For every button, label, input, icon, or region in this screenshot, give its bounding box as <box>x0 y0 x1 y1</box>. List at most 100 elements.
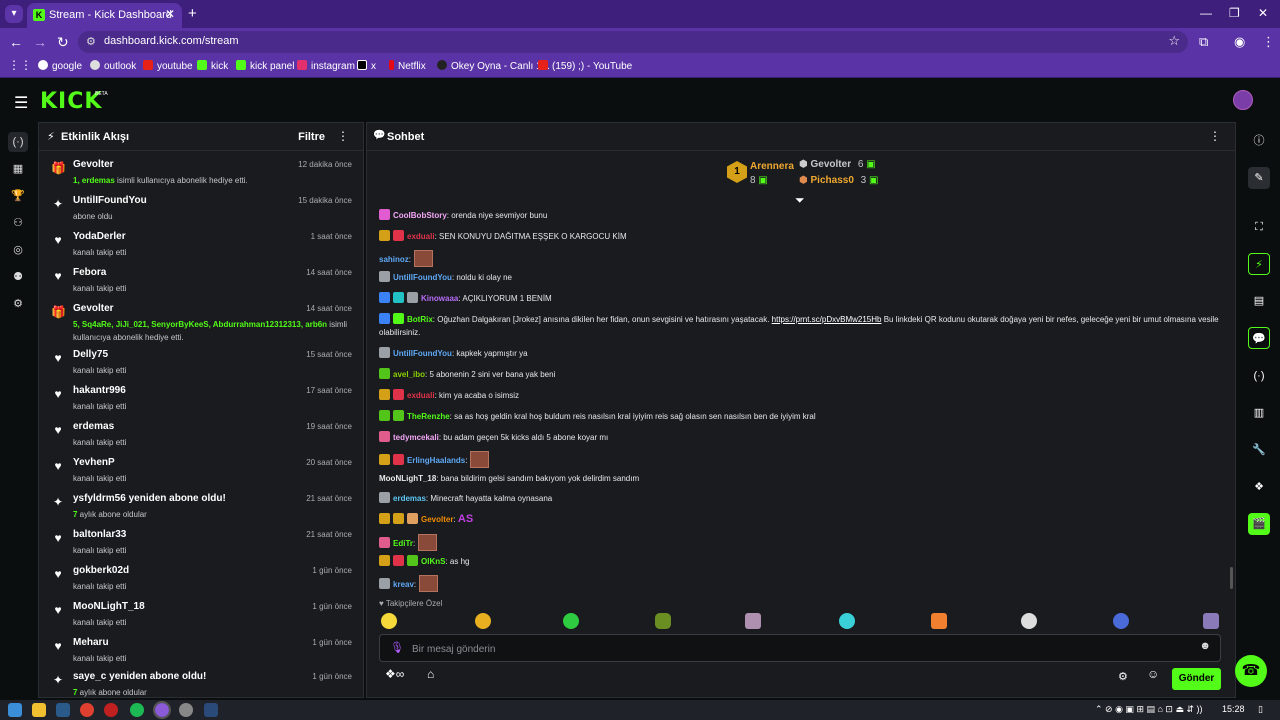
notification-icon[interactable]: ▯ <box>1258 704 1263 715</box>
feed-event-name[interactable]: YodaDerler <box>73 231 126 242</box>
chat-toggle-icon[interactable]: 💬 <box>1248 327 1270 349</box>
app-icon[interactable] <box>179 703 193 717</box>
emote-icon[interactable] <box>381 613 397 629</box>
feed-event-name[interactable]: Meharu <box>73 637 109 648</box>
leaderboard-second[interactable]: ⬢ Gevolter 6 ▣ <box>799 159 876 170</box>
scroll-down-icon[interactable]: ⏷ <box>795 193 805 208</box>
settings-icon[interactable]: ⚙ <box>8 294 28 314</box>
kick-logo[interactable]: KICK <box>40 89 102 114</box>
file-explorer-icon[interactable] <box>32 703 46 717</box>
bookmark-google[interactable]: google <box>38 60 82 72</box>
moderation-icon[interactable]: ◎ <box>8 240 28 260</box>
avatar[interactable] <box>1233 90 1253 110</box>
emote-icon[interactable] <box>839 613 855 629</box>
emote-icon[interactable] <box>745 613 761 629</box>
activity-feed-toggle-icon[interactable]: ⚡ <box>1248 253 1270 275</box>
apps-grid-icon[interactable]: ⋮⋮ <box>8 58 32 72</box>
emote-icon[interactable] <box>1021 613 1037 629</box>
bookmark-netflix[interactable]: Netflix <box>389 60 426 72</box>
browser-taskbar-icon[interactable] <box>153 701 171 719</box>
chat-username[interactable]: Gevolter <box>421 515 453 524</box>
restore-icon[interactable]: ❐ <box>1229 6 1240 20</box>
chat-scrollbar[interactable] <box>1230 567 1233 589</box>
app-icon[interactable] <box>104 703 118 717</box>
menu-icon[interactable]: ☰ <box>14 93 28 113</box>
tab-search-icon[interactable]: ▾ <box>5 5 23 23</box>
start-icon[interactable] <box>8 703 22 717</box>
chat-message-input[interactable] <box>412 640 1192 658</box>
feed-event-name[interactable]: YevhenP <box>73 457 115 468</box>
bookmark-youtube-2[interactable]: (159) ;) - YouTube <box>538 60 632 72</box>
kicks-infinity-icon[interactable]: ❖∞ <box>385 667 404 681</box>
feed-event-name[interactable]: ysfyldrm56 yeniden abone oldu! <box>73 493 226 504</box>
emote-icon[interactable] <box>475 613 491 629</box>
feed-event-name[interactable]: Gevolter <box>73 303 114 314</box>
store-icon[interactable]: ⌂ <box>427 667 434 681</box>
tray-icons[interactable]: ⌃ ⊘ ◉ ▣ ⊞ ▤ ⌂ ⊡ ⏏ ⇵ )) <box>1095 704 1203 715</box>
stream-icon[interactable]: (·) <box>8 132 28 152</box>
emote-icon[interactable] <box>655 613 671 629</box>
edit-icon[interactable]: ✎ <box>1248 167 1270 189</box>
site-info-icon[interactable]: ⚙ <box>86 35 96 48</box>
url-text[interactable]: dashboard.kick.com/stream <box>104 35 239 47</box>
dashboard-icon[interactable]: ▦ <box>8 159 28 179</box>
clips-icon[interactable]: 🎬 <box>1248 513 1270 535</box>
chat-username[interactable]: exduali <box>407 391 435 400</box>
chat-username[interactable]: CoolBobStory <box>393 211 447 220</box>
bookmark-kick-panel[interactable]: kick panel <box>236 60 294 72</box>
bookmark-okey[interactable]: Okey Oyna - Canlı 1... <box>437 60 550 72</box>
notes-icon[interactable]: ▤ <box>1248 290 1270 312</box>
back-icon[interactable]: ← <box>9 34 23 50</box>
omnibox[interactable]: ⚙ dashboard.kick.com/stream ☆ <box>78 31 1188 53</box>
leaderboard-third[interactable]: ⬢ Pichass0 3 ▣ <box>799 175 878 186</box>
send-button[interactable]: Gönder <box>1172 668 1221 690</box>
emote-icon[interactable] <box>563 613 579 629</box>
broadcast-icon[interactable]: (·) <box>1248 365 1270 387</box>
expand-icon[interactable]: ⛶ <box>1248 216 1270 238</box>
feed-event-name[interactable]: gokberk02d <box>73 565 129 576</box>
leaderboard-first[interactable]: Arennera <box>750 161 794 172</box>
help-chat-button[interactable]: ☎ <box>1235 655 1267 687</box>
community-icon[interactable]: ⚇ <box>8 213 28 233</box>
feed-event-name[interactable]: hakantr996 <box>73 385 126 396</box>
spotify-icon[interactable] <box>130 703 144 717</box>
microphone-icon[interactable]: 🎙 <box>390 641 404 654</box>
browser-tab[interactable]: K Stream - Kick Dashboard ✕ <box>27 3 182 28</box>
chat-username[interactable]: kreav <box>393 580 414 589</box>
chat-settings-icon[interactable]: ⚙ <box>1118 670 1128 683</box>
feed-event-name[interactable]: erdemas <box>73 421 114 432</box>
feed-event-name[interactable]: UntilIFoundYou <box>73 195 147 206</box>
steam-icon[interactable] <box>204 703 218 717</box>
chat-username[interactable]: sahinoz <box>379 255 409 264</box>
chat-menu-icon[interactable]: ⋮ <box>1209 129 1221 143</box>
tools-icon[interactable]: 🔧 <box>1248 439 1270 461</box>
chat-username[interactable]: exduali <box>407 232 435 241</box>
chat-username[interactable]: TheRenzhe <box>407 412 450 421</box>
chat-username[interactable]: UntilIFoundYou <box>393 273 452 282</box>
bookmark-kick[interactable]: kick <box>197 60 228 72</box>
minimize-icon[interactable]: — <box>1200 6 1212 20</box>
emote-icon[interactable] <box>1113 613 1129 629</box>
bookmark-x[interactable]: x <box>357 60 376 72</box>
close-tab-icon[interactable]: ✕ <box>165 7 175 21</box>
chat-username[interactable]: MooNLighT_18 <box>379 474 436 483</box>
bookmark-outlook[interactable]: outlook <box>90 60 136 72</box>
chat-username[interactable]: EdiTr <box>393 539 413 548</box>
emote-icon[interactable] <box>1203 613 1219 629</box>
emote-picker-icon[interactable]: ☺ <box>1147 667 1159 681</box>
chat-username[interactable]: tedymcekali <box>393 433 439 442</box>
chat-username[interactable]: Kinowaaa <box>421 294 458 303</box>
chat-username[interactable]: BotRix <box>407 315 433 324</box>
extensions-icon[interactable]: ⧉ <box>1199 34 1208 50</box>
bookmark-star-icon[interactable]: ☆ <box>1168 33 1180 49</box>
reload-icon[interactable]: ↻ <box>57 34 69 51</box>
feed-event-name[interactable]: baltonlar33 <box>73 529 126 540</box>
info-icon[interactable]: ⓘ <box>1248 130 1270 152</box>
emote-icon[interactable] <box>931 613 947 629</box>
emoji-icon[interactable]: ☻ <box>1199 640 1211 652</box>
feed-event-name[interactable]: Febora <box>73 267 106 278</box>
steam-icon[interactable] <box>56 703 70 717</box>
profile-icon[interactable]: ◉ <box>1234 34 1245 50</box>
filter-button[interactable]: Filtre <box>298 131 325 143</box>
chat-username[interactable]: ErlingHaalands <box>407 456 465 465</box>
